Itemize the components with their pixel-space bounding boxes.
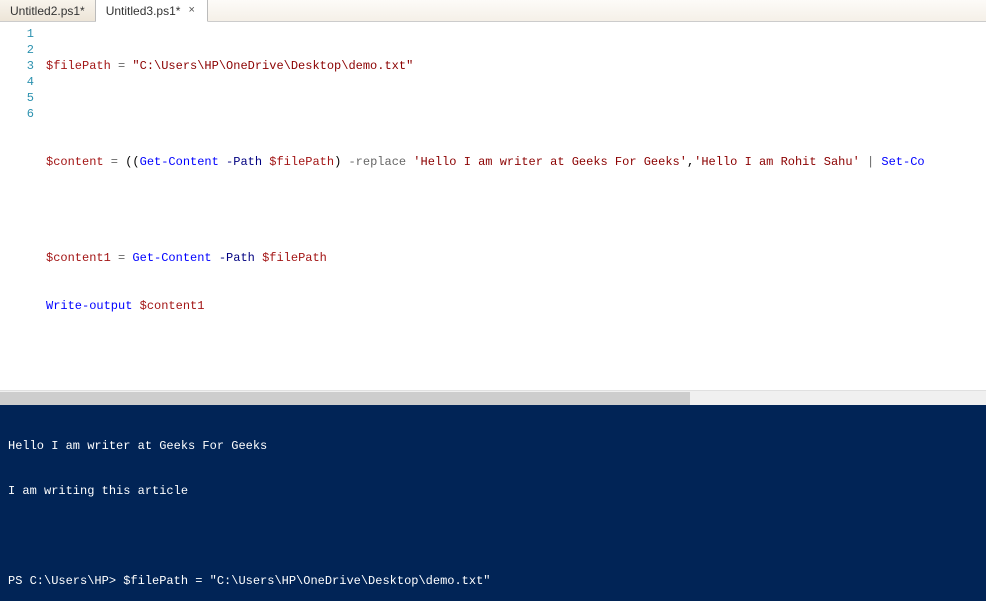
code-line: $filePath = "C:\Users\HP\OneDrive\Deskto…	[46, 58, 982, 74]
code-line: $content = ((Get-Content -Path $filePath…	[46, 154, 982, 170]
code-area[interactable]: $filePath = "C:\Users\HP\OneDrive\Deskto…	[42, 22, 986, 390]
line-gutter: 1 2 3 4 5 6	[0, 22, 42, 390]
code-line	[46, 202, 982, 218]
code-line: Write-output $content1	[46, 298, 982, 314]
line-number: 4	[4, 74, 34, 90]
tab-untitled2[interactable]: Untitled2.ps1*	[0, 0, 96, 21]
tab-label: Untitled2.ps1*	[10, 4, 85, 18]
console-blank	[8, 529, 978, 544]
line-number: 1	[4, 26, 34, 42]
tab-untitled3[interactable]: Untitled3.ps1* ×	[96, 0, 208, 22]
console-line: I am writing this article	[8, 484, 978, 499]
console-pane[interactable]: Hello I am writer at Geeks For Geeks I a…	[0, 405, 986, 601]
horizontal-scrollbar[interactable]	[0, 390, 986, 405]
line-number: 5	[4, 90, 34, 106]
close-icon[interactable]: ×	[186, 5, 196, 16]
scrollbar-thumb[interactable]	[0, 392, 690, 405]
tab-bar: Untitled2.ps1* Untitled3.ps1* ×	[0, 0, 986, 22]
console-line: PS C:\Users\HP> $filePath = "C:\Users\HP…	[8, 574, 978, 589]
code-line: $content1 = Get-Content -Path $filePath	[46, 250, 982, 266]
tab-label: Untitled3.ps1*	[106, 4, 181, 18]
code-line	[46, 106, 982, 122]
console-line: Hello I am writer at Geeks For Geeks	[8, 439, 978, 454]
line-number: 2	[4, 42, 34, 58]
editor-pane[interactable]: 1 2 3 4 5 6 $filePath = "C:\Users\HP\One…	[0, 22, 986, 390]
line-number: 6	[4, 106, 34, 122]
line-number: 3	[4, 58, 34, 74]
